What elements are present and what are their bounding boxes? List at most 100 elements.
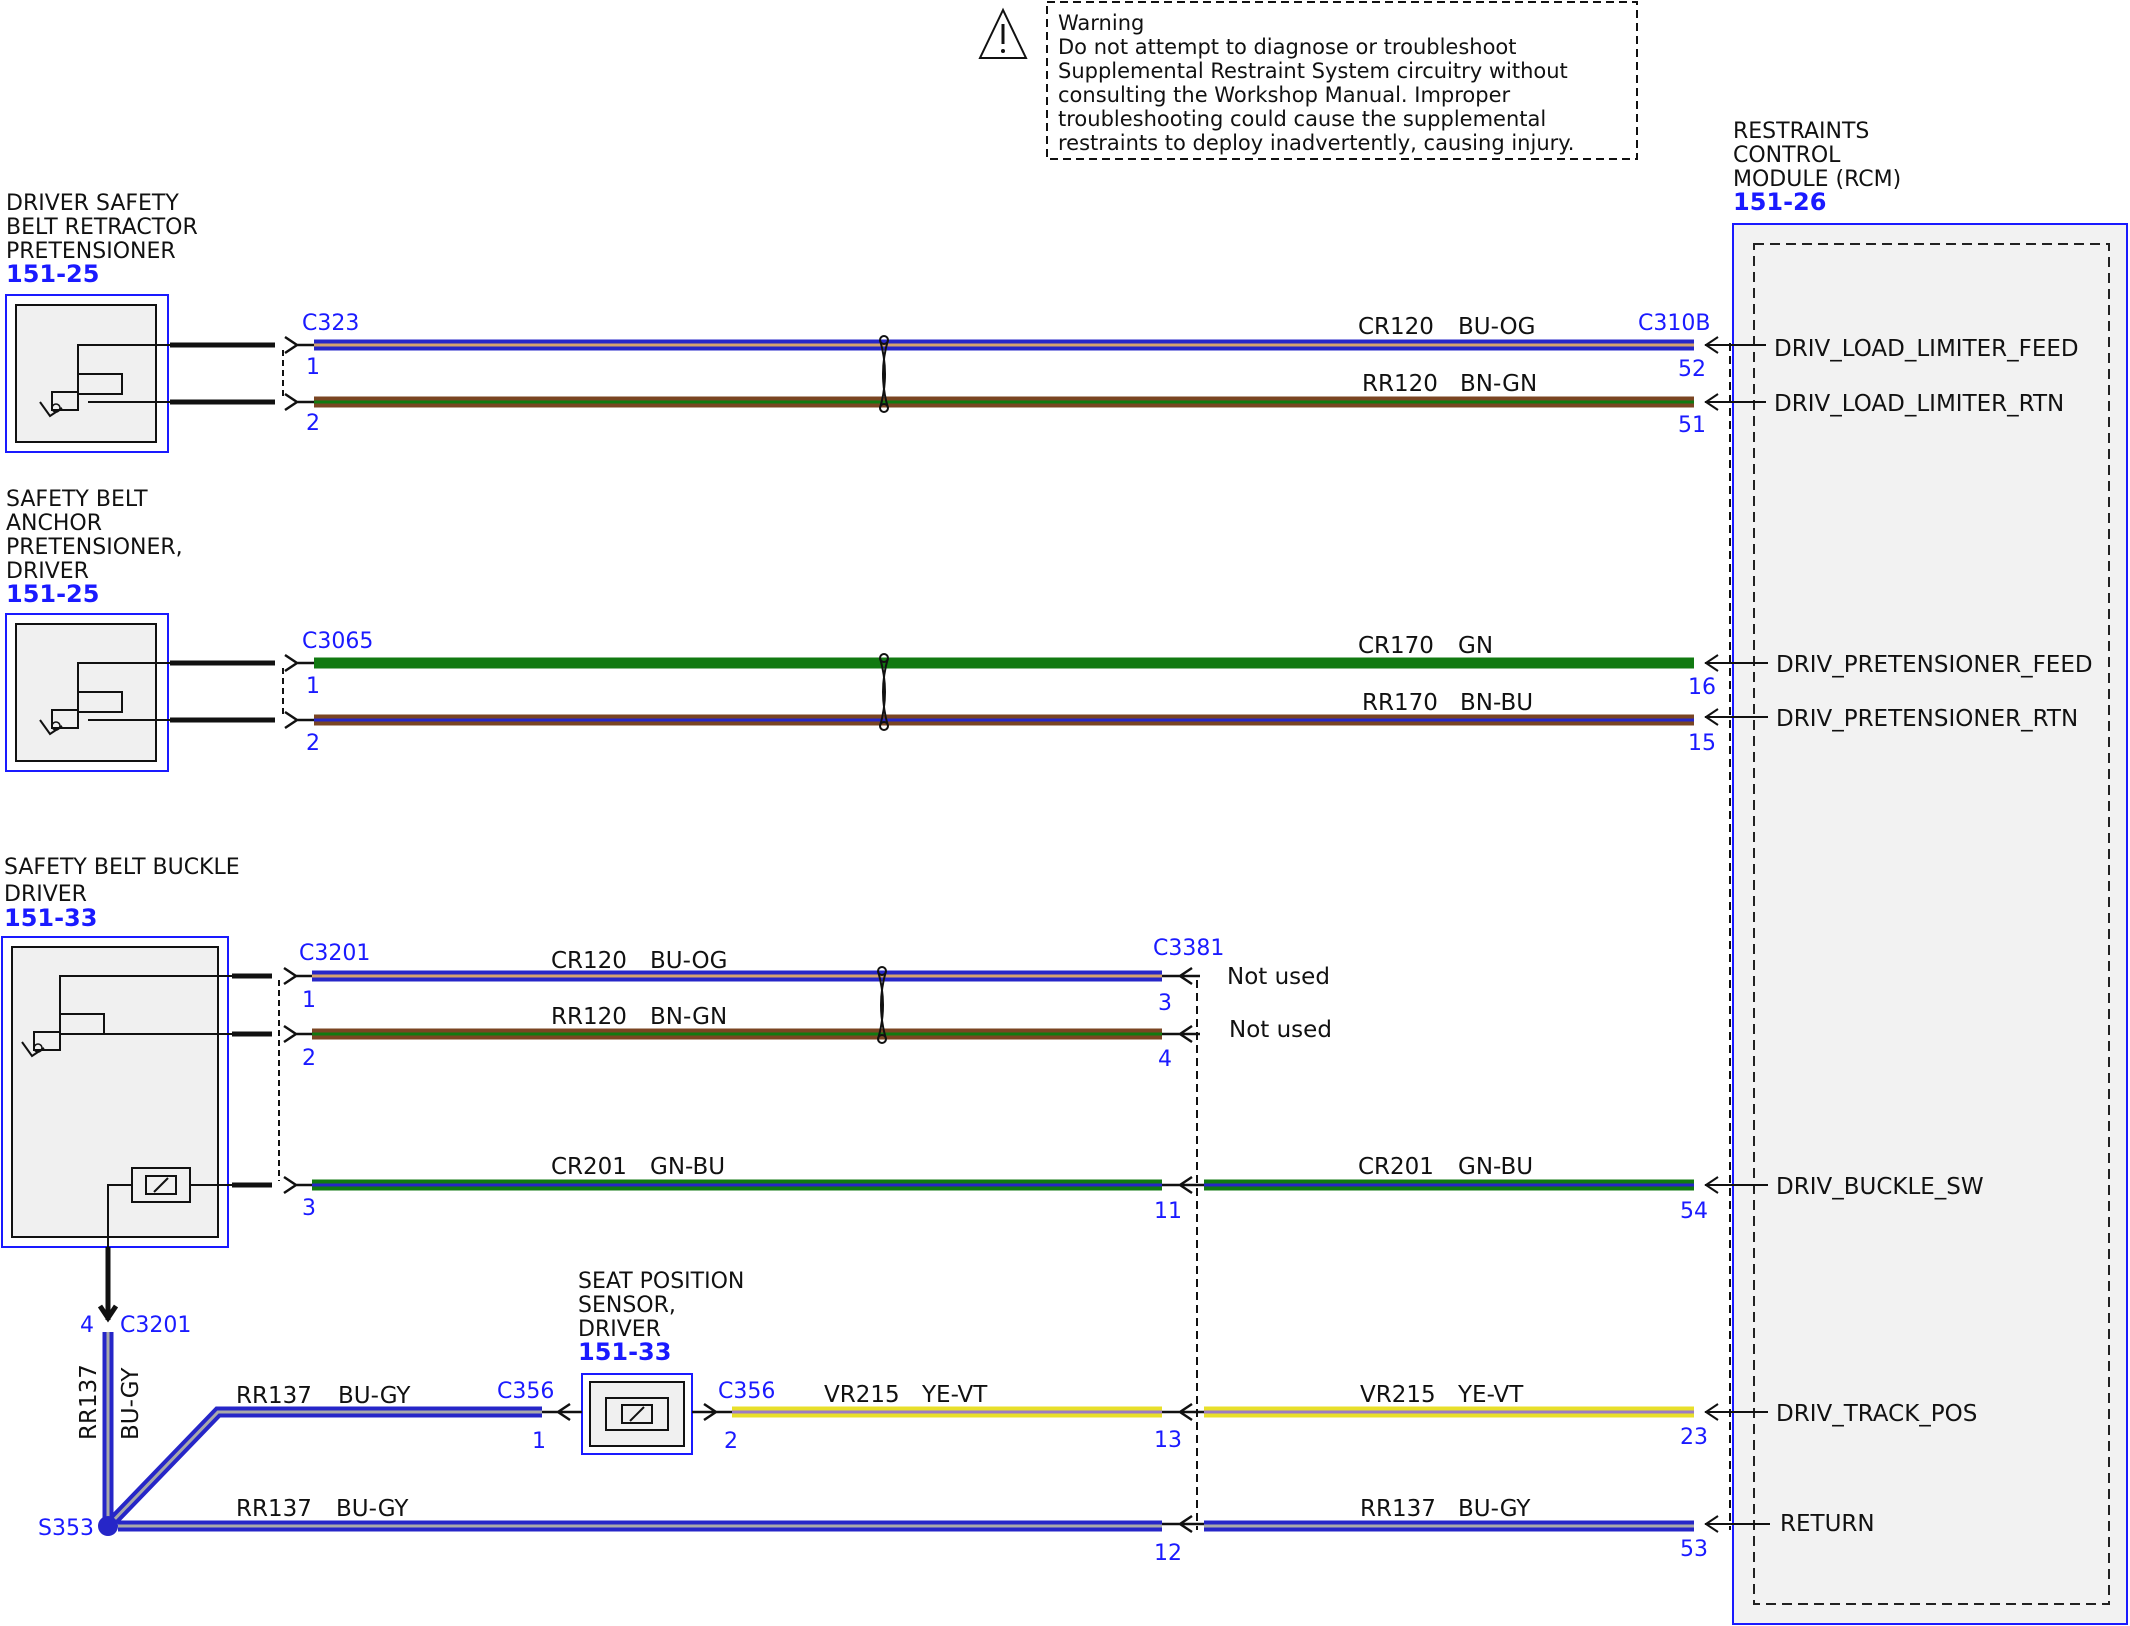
wire-color-label: BN-BU: [1460, 690, 1533, 716]
circuit-label: RR137: [236, 1496, 312, 1522]
component-name-line: ANCHOR: [6, 511, 102, 536]
not-used-label: Not used: [1229, 1017, 1332, 1043]
component-name-line: SENSOR,: [578, 1293, 676, 1318]
safety-belt-buckle: SAFETY BELT BUCKLE DRIVER 151-33 C3201 1…: [1, 855, 370, 1338]
circuit-label: CR170: [1358, 633, 1434, 659]
warning-title: Warning: [1058, 11, 1144, 35]
rcm-ref: 151-26: [1733, 188, 1826, 216]
wire-labels: CR120 BU-OG RR120 BN-GN CR170 GN RR170 B…: [76, 314, 1537, 1522]
circuit-label: VR215: [1360, 1382, 1436, 1408]
rcm-signal-label: DRIV_TRACK_POS: [1776, 1401, 1977, 1427]
warning-line: troubleshooting could cause the suppleme…: [1058, 107, 1546, 131]
component-ref: 151-33: [4, 904, 97, 932]
pin-number: 2: [306, 731, 320, 756]
circuit-label: RR137: [76, 1364, 102, 1440]
pin-number: 11: [1154, 1199, 1182, 1224]
circuit-label: CR120: [551, 948, 627, 974]
pin-number: 3: [302, 1196, 316, 1221]
circuit-label: VR215: [824, 1382, 900, 1408]
wire-color-label: BU-GY: [118, 1367, 144, 1440]
pin-number: 1: [532, 1429, 546, 1454]
lower-connector-arrow: [97, 1247, 119, 1323]
pin-number: 2: [302, 1046, 316, 1071]
rcm-pin-number: 15: [1688, 731, 1716, 756]
retractor-pretensioner: DRIVER SAFETY BELT RETRACTOR PRETENSIONE…: [5, 191, 359, 453]
connector-label: C3201: [120, 1313, 191, 1338]
warning-line: Do not attempt to diagnose or troublesho…: [1058, 35, 1517, 59]
rcm-module: RESTRAINTS CONTROL MODULE (RCM) 151-26 D…: [1638, 119, 2128, 1625]
wire-color-label: BU-OG: [1458, 314, 1535, 340]
warning-line: consulting the Workshop Manual. Improper: [1058, 83, 1511, 107]
wire-color-label: GN: [1458, 633, 1493, 659]
component-ref: 151-25: [6, 260, 99, 288]
rcm-name-line: RESTRAINTS: [1733, 119, 1869, 144]
rcm-pin-number: 23: [1680, 1425, 1708, 1450]
rcm-name-line: CONTROL: [1733, 143, 1841, 168]
connector-label: C3065: [302, 629, 373, 654]
wiring-diagram: Warning Do not attempt to diagnose or tr…: [1, 1, 2128, 1625]
wire-color-label: BN-GN: [1460, 371, 1537, 397]
rcm-pin-number: 54: [1680, 1199, 1708, 1224]
pin-number: 2: [724, 1429, 738, 1454]
component-ref: 151-25: [6, 580, 99, 608]
rcm-signal-label: DRIV_PRETENSIONER_FEED: [1776, 652, 2093, 678]
warning-line: restraints to deploy inadvertently, caus…: [1058, 131, 1574, 155]
circuit-label: RR120: [551, 1004, 627, 1030]
warning-line: Supplemental Restraint System circuitry …: [1058, 59, 1568, 83]
rcm-pin-number: 53: [1680, 1537, 1708, 1562]
wires: [102, 339, 1694, 1532]
wire-rr137: [104, 1406, 542, 1530]
component-name-line: BELT RETRACTOR: [6, 215, 198, 240]
rcm-signal-label: DRIV_LOAD_LIMITER_FEED: [1774, 336, 2079, 362]
circuit-label: RR170: [1362, 690, 1438, 716]
component-name-line: PRETENSIONER,: [6, 535, 183, 560]
component-name-line: SAFETY BELT BUCKLE: [4, 855, 240, 880]
pin-number: 13: [1154, 1428, 1182, 1453]
wire-color-label: YE-VT: [1457, 1382, 1524, 1408]
circuit-label: RR137: [1360, 1496, 1436, 1522]
warning-note: Warning Do not attempt to diagnose or tr…: [978, 1, 1638, 160]
twisted-pair-markers: [877, 335, 889, 1044]
connector-label: C356: [497, 1379, 554, 1404]
rcm-connector-label: C310B: [1638, 311, 1710, 336]
wire-color-label: BU-OG: [650, 948, 727, 974]
wire-stripe: [106, 1410, 542, 1528]
inline-connector-c3381: C3381 Not used Not used 3 4 11 13 12: [1153, 936, 1332, 1566]
splice-s353: S353: [38, 1516, 118, 1541]
wire-color-label: GN-BU: [1458, 1154, 1533, 1180]
pin-number: 1: [302, 988, 316, 1013]
rcm-pin-number: 16: [1688, 675, 1716, 700]
pin-number: 4: [1158, 1047, 1172, 1072]
connector-label: C3381: [1153, 936, 1224, 961]
rcm-pin-number: 52: [1678, 357, 1706, 382]
wire-color-label: BU-GY: [336, 1496, 409, 1522]
connector-label: C3201: [299, 941, 370, 966]
connector-label: C323: [302, 311, 359, 336]
component-name-line: SAFETY BELT: [6, 487, 148, 512]
wire-color-label: BU-GY: [338, 1383, 411, 1409]
pin-number: 1: [306, 674, 320, 699]
circuit-label: RR137: [236, 1383, 312, 1409]
circuit-label: RR120: [1362, 371, 1438, 397]
pin-number: 2: [306, 411, 320, 436]
anchor-pretensioner: SAFETY BELT ANCHOR PRETENSIONER, DRIVER …: [5, 487, 373, 772]
circuit-label: CR201: [1358, 1154, 1434, 1180]
component-inner: [11, 946, 219, 1238]
wire-color-label: YE-VT: [921, 1382, 988, 1408]
circuit-label: CR120: [1358, 314, 1434, 340]
wire-color-label: BU-GY: [1458, 1496, 1531, 1522]
rcm-signal-label: DRIV_PRETENSIONER_RTN: [1776, 706, 2078, 732]
splice-label: S353: [38, 1516, 94, 1541]
seat-position-sensor: SEAT POSITION SENSOR, DRIVER 151-33 C356…: [497, 1269, 775, 1455]
component-name-line: SEAT POSITION: [578, 1269, 744, 1294]
component-ref: 151-33: [578, 1338, 671, 1366]
pin-number: 12: [1154, 1541, 1182, 1566]
splice-dot: [98, 1516, 118, 1536]
pin-number: 1: [306, 355, 320, 380]
rcm-signal-label: DRIV_LOAD_LIMITER_RTN: [1774, 391, 2064, 417]
wire-color-label: BN-GN: [650, 1004, 727, 1030]
warning-triangle-icon: [978, 7, 1028, 59]
rcm-signal-label: RETURN: [1780, 1511, 1875, 1537]
not-used-label: Not used: [1227, 964, 1330, 990]
connector-label: C356: [718, 1379, 775, 1404]
